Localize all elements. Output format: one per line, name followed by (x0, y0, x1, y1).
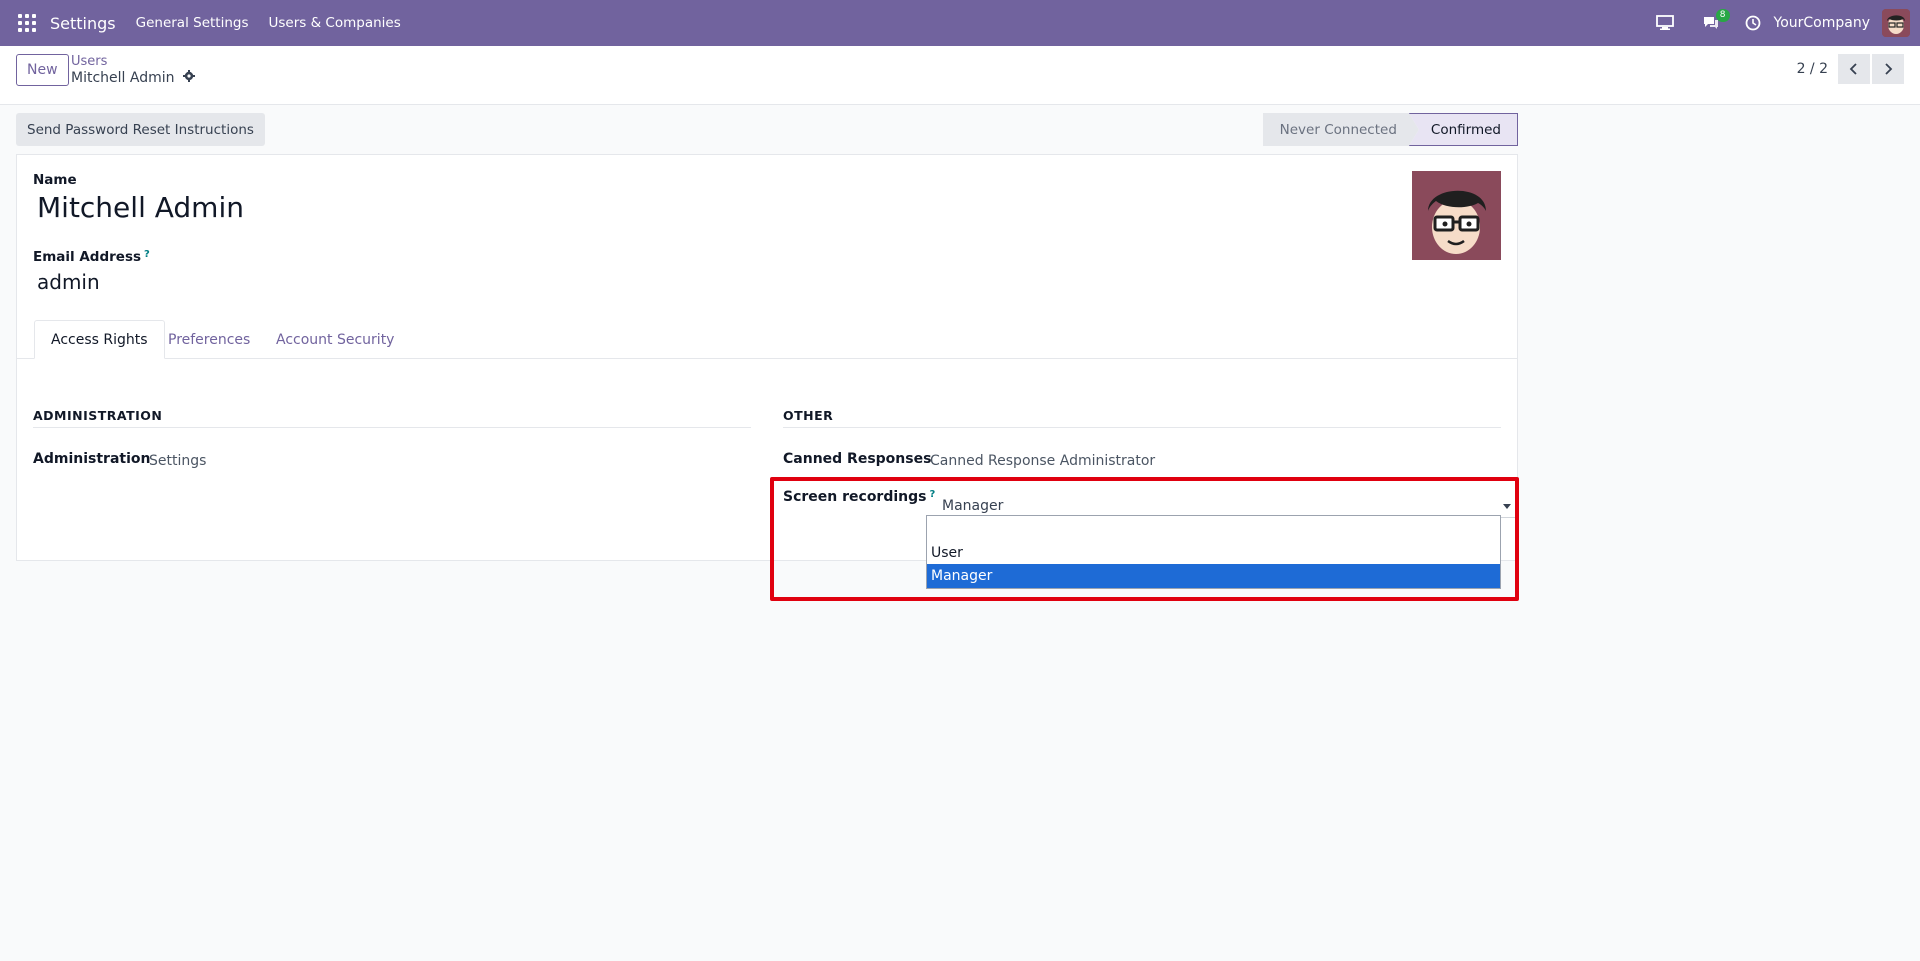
email-help-tooltip[interactable]: ? (144, 249, 150, 260)
section-other-title: OTHER (783, 408, 1501, 428)
form-sheet: Name Mitchell Admin Email Address? admin… (16, 154, 1518, 561)
name-label: Name (33, 172, 77, 188)
tab-account-security[interactable]: Account Security (276, 320, 394, 359)
email-label-text: Email Address (33, 249, 142, 265)
breadcrumb: Users Mitchell Admin (71, 54, 195, 86)
tab-preferences[interactable]: Preferences (168, 320, 250, 359)
status-stages: Never Connected Confirmed (1263, 113, 1518, 146)
form-tabs: Access Rights Preferences Account Securi… (17, 320, 1517, 359)
control-panel: New Users Mitchell Admin 2 / 2 (0, 46, 1920, 105)
section-administration-title: ADMINISTRATION (33, 408, 751, 428)
clock-icon[interactable] (1742, 12, 1764, 34)
screen-recordings-dropdown: User Manager (926, 515, 1501, 589)
app-name[interactable]: Settings (50, 14, 116, 33)
company-switcher[interactable]: YourCompany (1774, 15, 1871, 31)
pager-next-button[interactable] (1872, 54, 1904, 84)
dropdown-option-user[interactable]: User (927, 541, 1500, 565)
email-label: Email Address? (33, 249, 150, 265)
screen-recordings-label-text: Screen recordings (783, 489, 927, 505)
menu-general-settings[interactable]: General Settings (136, 15, 249, 31)
chat-icon[interactable]: 8 (1700, 9, 1730, 34)
screen-recordings-select-value: Manager (942, 497, 1004, 514)
new-button[interactable]: New (16, 54, 69, 86)
dropdown-option-empty[interactable] (927, 517, 1500, 541)
apps-grid-icon[interactable] (18, 14, 36, 32)
send-password-reset-button[interactable]: Send Password Reset Instructions (16, 113, 265, 146)
pager: 2 / 2 (1797, 54, 1904, 84)
breadcrumb-users[interactable]: Users (71, 54, 195, 70)
breadcrumb-current-label: Mitchell Admin (71, 70, 175, 86)
user-avatar[interactable] (1882, 9, 1910, 37)
desktop-icon[interactable] (1654, 12, 1676, 34)
administration-label: Administration (33, 451, 151, 467)
breadcrumb-current: Mitchell Admin (71, 70, 195, 86)
pager-value[interactable]: 2 / 2 (1797, 61, 1828, 77)
chevron-left-icon (1849, 63, 1857, 75)
form-status-bar: Send Password Reset Instructions Never C… (16, 113, 1518, 146)
screen-recordings-label: Screen recordings? (783, 489, 935, 505)
top-navbar: Settings General Settings Users & Compan… (0, 0, 1920, 46)
stage-never-connected[interactable]: Never Connected (1263, 113, 1419, 146)
pager-previous-button[interactable] (1838, 54, 1870, 84)
canned-responses-label: Canned Responses (783, 451, 932, 467)
caret-down-icon (1503, 504, 1511, 509)
canned-responses-field[interactable]: Canned Response Administrator (930, 453, 1155, 469)
tab-access-rights[interactable]: Access Rights (34, 320, 165, 359)
chat-badge: 8 (1715, 9, 1730, 22)
chevron-right-icon (1885, 63, 1893, 75)
dropdown-option-manager[interactable]: Manager (927, 564, 1500, 588)
administration-field[interactable]: Settings (149, 453, 206, 469)
user-avatar-large[interactable] (1412, 171, 1501, 260)
email-field[interactable]: admin (37, 270, 100, 294)
gear-icon[interactable] (182, 70, 195, 86)
name-field[interactable]: Mitchell Admin (37, 191, 244, 224)
stage-confirmed[interactable]: Confirmed (1408, 113, 1518, 146)
menu-users-companies[interactable]: Users & Companies (269, 15, 401, 31)
